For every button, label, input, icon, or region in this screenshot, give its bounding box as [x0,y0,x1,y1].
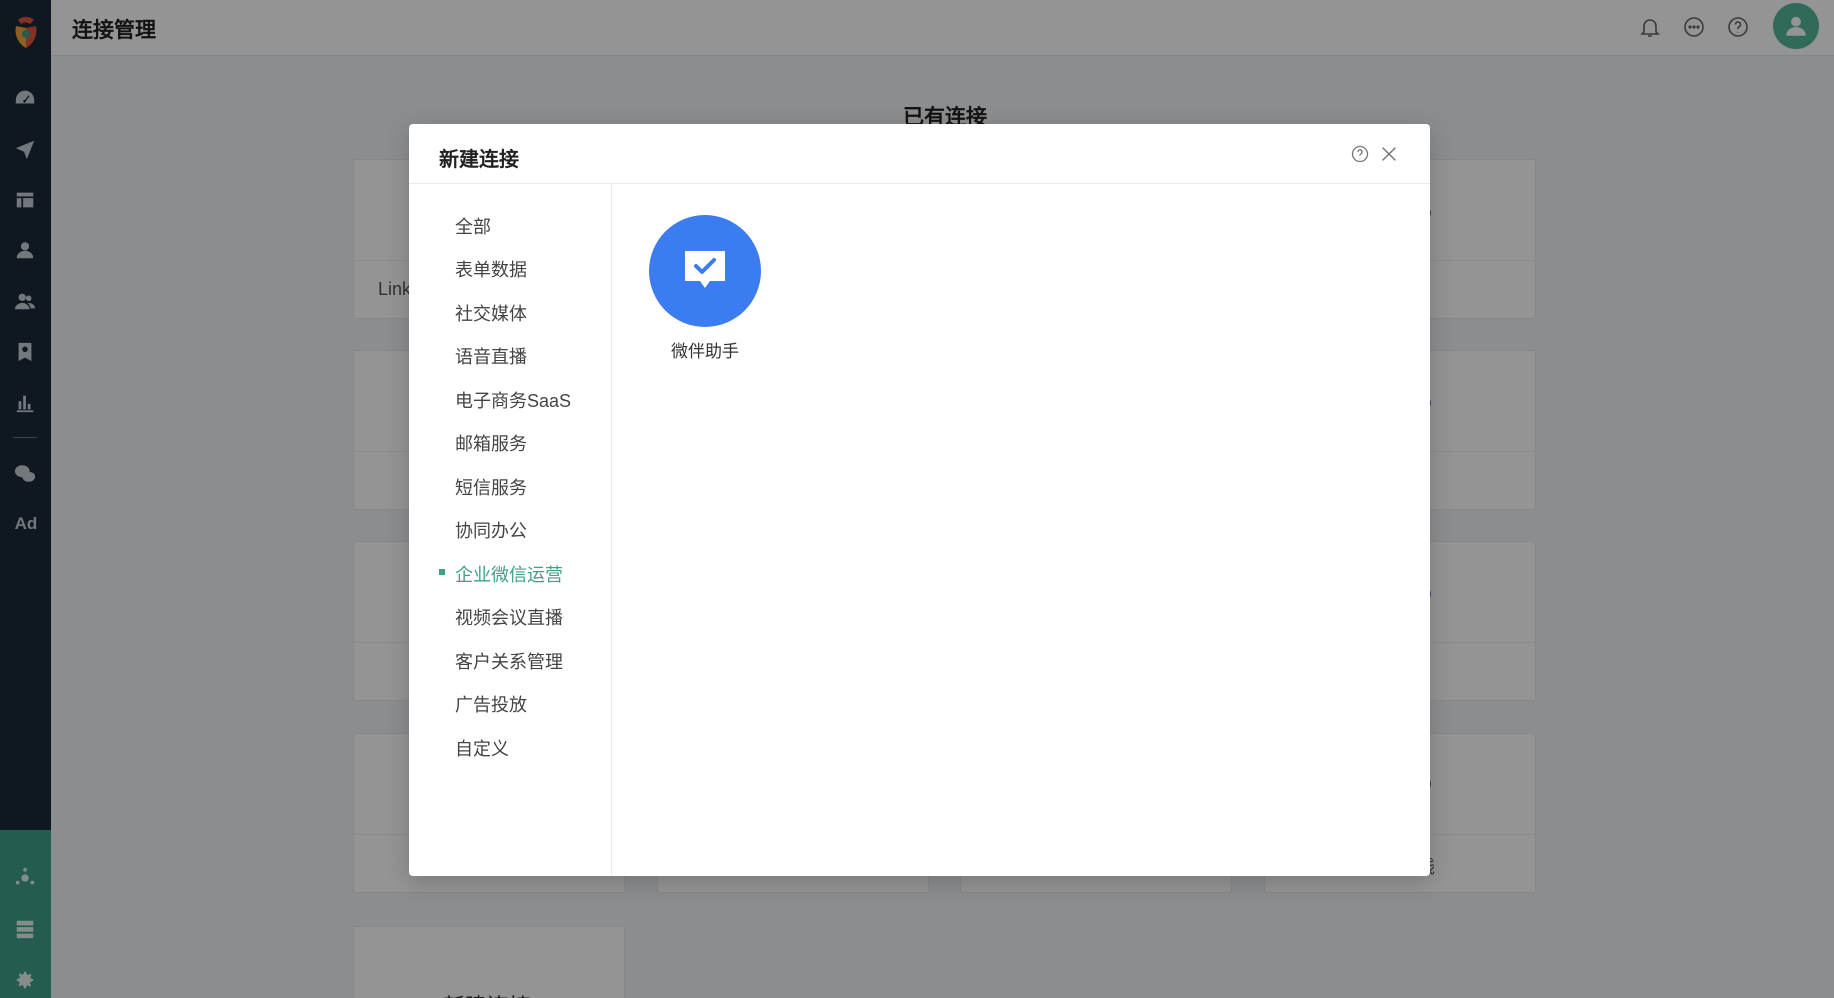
category-item-custom[interactable]: 自定义 [455,735,509,761]
active-indicator [439,569,445,575]
category-item-ads[interactable]: 广告投放 [455,691,527,717]
category-item-crm[interactable]: 客户关系管理 [455,648,563,674]
chat-check-icon [649,215,761,327]
category-item-email[interactable]: 邮箱服务 [455,430,527,456]
modal-header: 新建连接 [409,124,1430,184]
app-label: 微伴助手 [671,342,739,361]
category-item-voice-live[interactable]: 语音直播 [455,343,527,369]
new-connection-modal: 新建连接 全部 表单数据 社交媒体 语音直播 电子商务SaaS 邮箱服务 短信服… [409,124,1430,876]
modal-title: 新建连接 [439,149,519,171]
category-item-social[interactable]: 社交媒体 [455,300,527,326]
close-icon[interactable] [1378,143,1400,165]
category-sidebar: 全部 表单数据 社交媒体 语音直播 电子商务SaaS 邮箱服务 短信服务 协同办… [409,184,612,876]
category-item-forms[interactable]: 表单数据 [455,256,527,282]
category-item-collaboration[interactable]: 协同办公 [455,517,527,543]
category-item-all[interactable]: 全部 [455,213,491,239]
category-item-sms[interactable]: 短信服务 [455,474,527,500]
help-icon[interactable] [1350,144,1370,164]
category-item-video-conf[interactable]: 视频会议直播 [455,604,563,630]
category-item-wecom[interactable]: 企业微信运营 [455,561,563,587]
app-tile[interactable]: 微伴助手 [648,215,762,362]
category-item-ecommerce[interactable]: 电子商务SaaS [455,387,571,413]
